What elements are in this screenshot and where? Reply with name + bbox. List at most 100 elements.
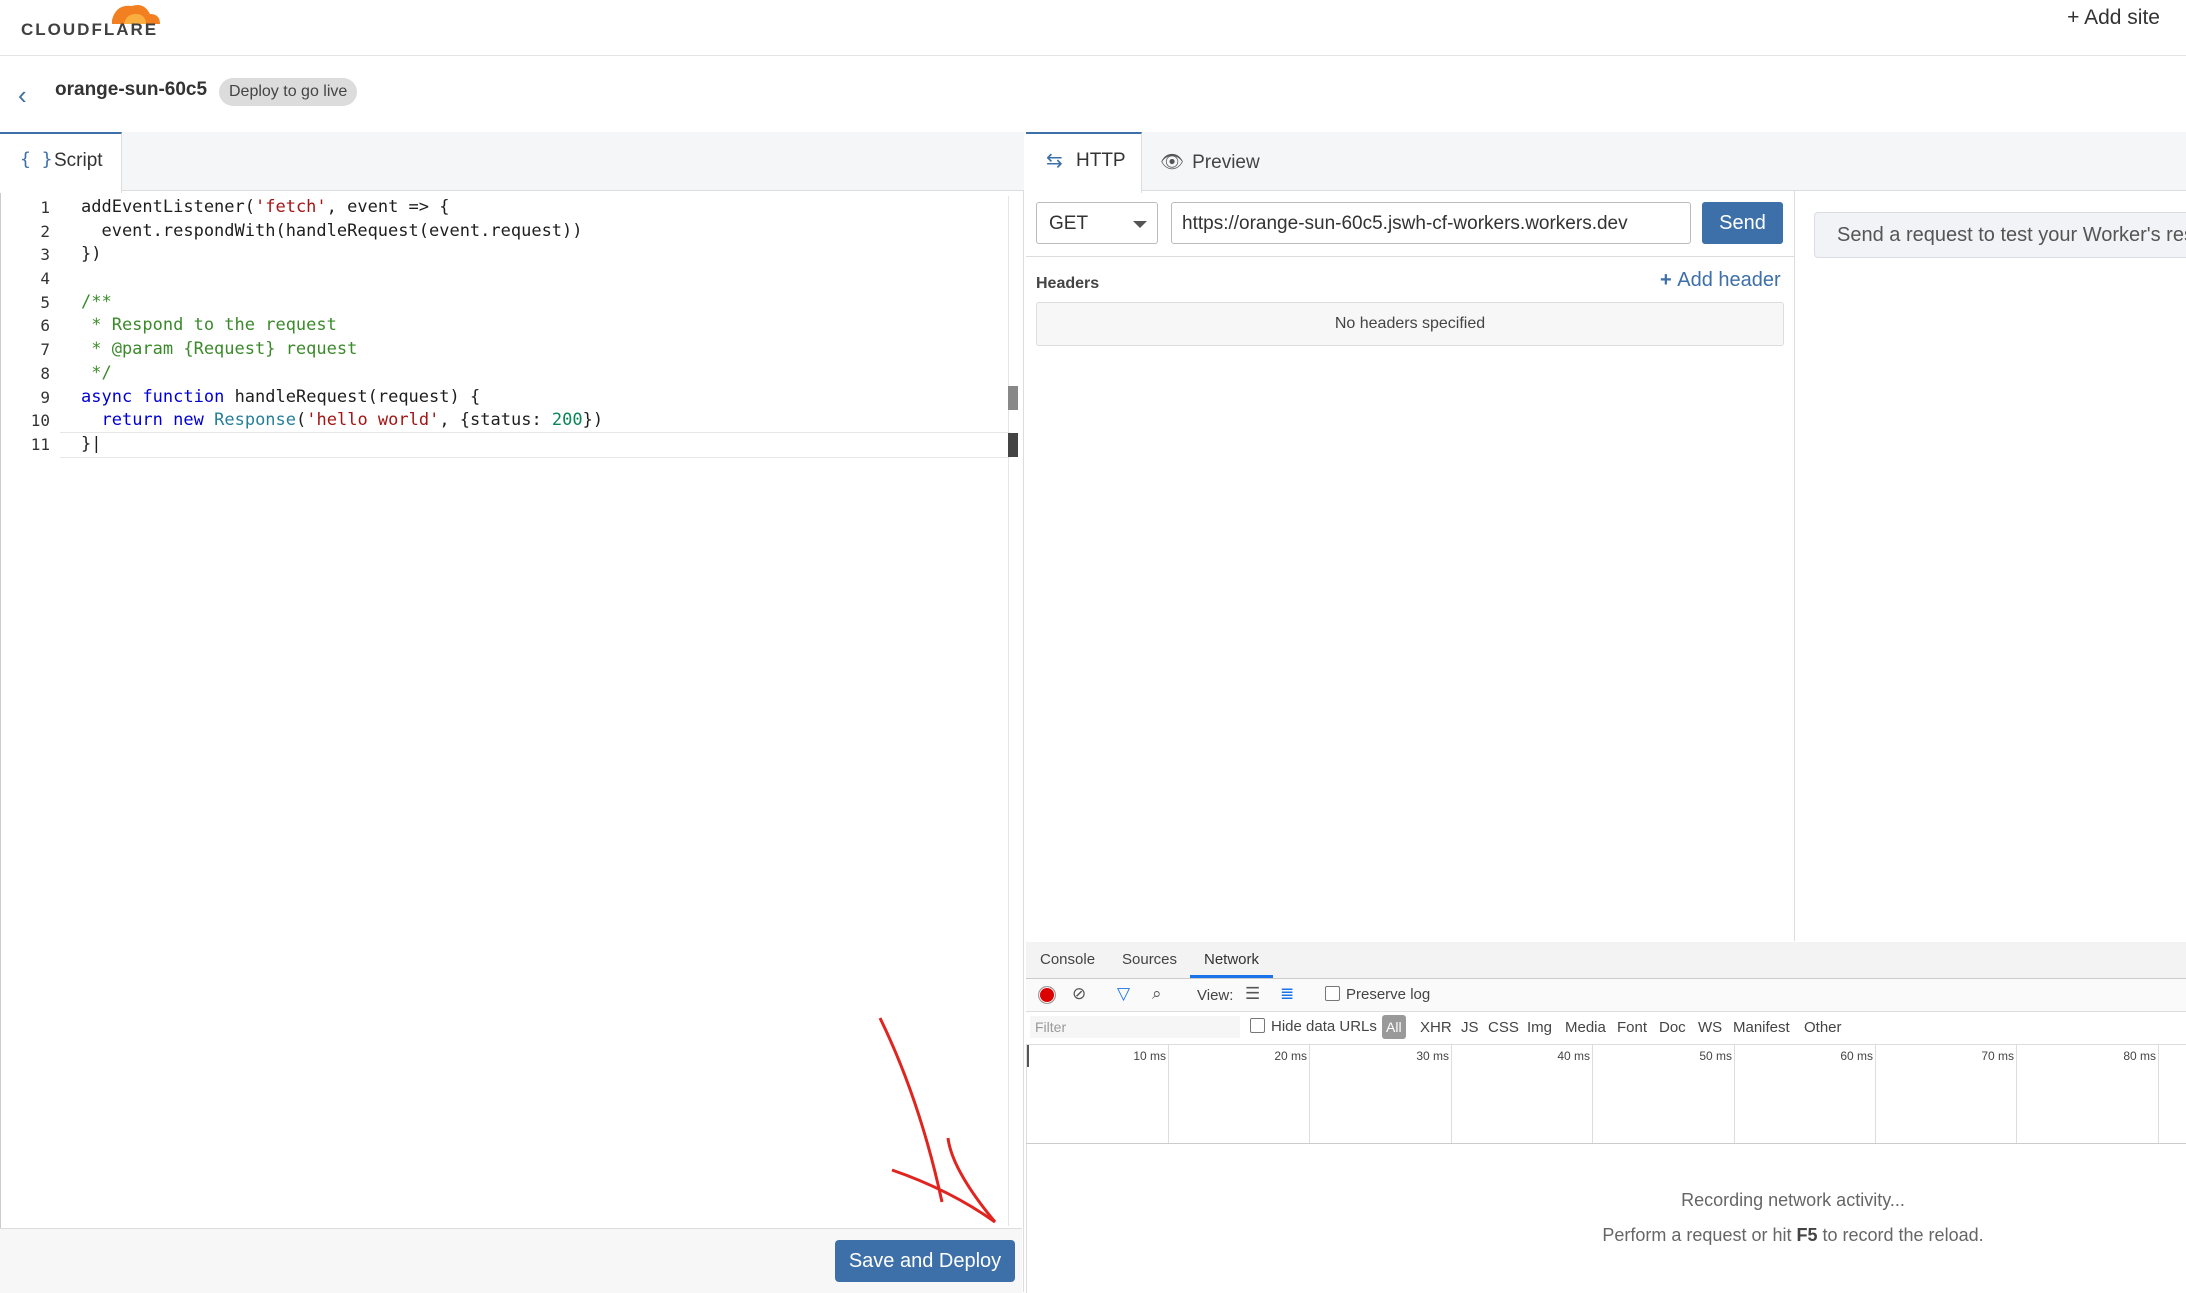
timeline-tick-label: 50 ms <box>1699 1049 1732 1063</box>
filter-type-img[interactable]: Img <box>1527 1019 1552 1036</box>
line-number: 10 <box>30 411 50 431</box>
filter-type-js[interactable]: JS <box>1461 1019 1479 1036</box>
code-line: 10 return new Response('hello world', {s… <box>0 409 1000 433</box>
line-number: 7 <box>40 340 50 360</box>
timeline-cursor <box>1027 1045 1029 1067</box>
waterfall-view-icon[interactable]: ≣ <box>1280 984 1294 1004</box>
line-number: 11 <box>30 434 50 454</box>
headers-label: Headers <box>1036 275 1100 292</box>
record-icon[interactable] <box>1038 986 1056 1004</box>
reload-hint-key: F5 <box>1796 1225 1818 1245</box>
code-line: 3}) <box>0 243 1000 267</box>
filter-type-doc[interactable]: Doc <box>1659 1019 1686 1036</box>
timeline-tick-label: 80 ms <box>2123 1049 2156 1063</box>
timeline-tick <box>1309 1045 1310 1143</box>
scrollbar-cursor-marker <box>1008 433 1018 457</box>
back-arrow-icon[interactable]: ‹ <box>18 80 27 111</box>
code-editor[interactable]: 1 addEventListener('fetch', event => { 2 … <box>0 196 1000 457</box>
code-line: 5/** <box>0 291 1000 315</box>
reload-hint-suffix: to record the reload. <box>1817 1225 1984 1245</box>
scrollbar-marker <box>1008 386 1018 410</box>
tab-http[interactable]: ⇆ HTTP <box>1026 132 1142 193</box>
timeline-tick-label: 30 ms <box>1416 1049 1449 1063</box>
response-placeholder: Send a request to test your Worker's res… <box>1814 212 2186 258</box>
line-number: 2 <box>40 221 50 241</box>
code-line: 9 async function handleRequest(request) { <box>0 386 1000 410</box>
tab-http-label: HTTP <box>1076 150 1126 171</box>
line-number: 4 <box>40 269 50 289</box>
hide-data-urls-checkbox[interactable]: Hide data URLs <box>1250 1018 1377 1035</box>
status-badge: Deploy to go live <box>219 78 358 106</box>
reload-hint: Perform a request or hit F5 to record th… <box>1026 1225 2186 1246</box>
hide-data-urls-label: Hide data URLs <box>1271 1018 1377 1035</box>
search-icon[interactable]: ⌕ <box>1152 984 1162 1004</box>
timeline-tick <box>2016 1045 2017 1143</box>
filter-type-css[interactable]: CSS <box>1488 1019 1519 1036</box>
timeline-tick-label: 40 ms <box>1557 1049 1590 1063</box>
checkbox-icon <box>1325 986 1340 1001</box>
editor-tab-strip <box>0 132 1024 191</box>
code-line: 8 */ <box>0 362 1000 386</box>
method-select[interactable]: GET <box>1036 202 1158 244</box>
filter-type-ws[interactable]: WS <box>1698 1019 1722 1036</box>
reload-hint-prefix: Perform a request or hit <box>1602 1225 1797 1245</box>
clear-icon[interactable]: ⊘ <box>1072 984 1086 1004</box>
line-number: 5 <box>40 292 50 312</box>
tab-console[interactable]: Console <box>1040 951 1095 968</box>
url-input[interactable]: https://orange-sun-60c5.jswh-cf-workers.… <box>1171 202 1691 244</box>
filter-type-media[interactable]: Media <box>1565 1019 1606 1036</box>
divider <box>1026 256 1794 257</box>
timeline-tick <box>1168 1045 1169 1143</box>
timeline-tick-label: 60 ms <box>1840 1049 1873 1063</box>
list-view-icon[interactable]: ☰ <box>1245 984 1260 1004</box>
tab-preview-label: Preview <box>1192 152 1260 173</box>
send-button[interactable]: Send <box>1702 202 1783 244</box>
eye-icon: 👁 <box>1160 152 1185 173</box>
filter-type-font[interactable]: Font <box>1617 1019 1647 1036</box>
code-line: 6 * Respond to the request <box>0 314 1000 338</box>
checkbox-icon <box>1250 1018 1265 1033</box>
line-number: 9 <box>40 387 50 407</box>
filter-icon[interactable]: ▽ <box>1117 984 1130 1004</box>
timeline-tick-label: 20 ms <box>1274 1049 1307 1063</box>
timeline-tick <box>1451 1045 1452 1143</box>
add-header-label: Add header <box>1677 269 1781 291</box>
code-line: 4 <box>0 267 1000 291</box>
braces-icon: { } <box>20 149 53 170</box>
preserve-log-checkbox[interactable]: Preserve log <box>1325 986 1430 1003</box>
filter-input[interactable]: Filter <box>1030 1016 1240 1038</box>
line-number: 8 <box>40 363 50 383</box>
code-line: 1 addEventListener('fetch', event => { <box>0 196 1000 220</box>
timeline-tick <box>1875 1045 1876 1143</box>
timeline-tick <box>2158 1045 2159 1143</box>
tab-sources[interactable]: Sources <box>1122 951 1177 968</box>
add-site-link[interactable]: + Add site <box>2067 6 2160 30</box>
plus-icon: + <box>1660 269 1678 291</box>
filter-type-manifest[interactable]: Manifest <box>1733 1019 1790 1036</box>
swap-arrows-icon: ⇆ <box>1046 150 1063 172</box>
no-headers-message: No headers specified <box>1036 302 1784 346</box>
filter-type-all[interactable]: All <box>1382 1015 1406 1039</box>
tab-preview[interactable]: 👁 Preview <box>1160 150 1260 174</box>
tab-script[interactable]: { } Script <box>0 132 122 193</box>
recording-message: Recording network activity... <box>1681 1190 1905 1210</box>
preserve-log-label: Preserve log <box>1346 986 1431 1003</box>
view-label: View: <box>1197 987 1234 1004</box>
top-bar <box>0 0 2186 56</box>
line-number: 1 <box>40 198 50 217</box>
method-value: GET <box>1049 213 1089 234</box>
filter-type-other[interactable]: Other <box>1804 1019 1842 1036</box>
chevron-down-icon <box>1133 221 1147 228</box>
tab-network[interactable]: Network <box>1190 951 1274 978</box>
add-header-button[interactable]: + Add header <box>1660 269 1781 292</box>
line-number: 3 <box>40 245 50 265</box>
filter-type-xhr[interactable]: XHR <box>1420 1019 1452 1036</box>
logo-text: CLOUDFLARE <box>21 20 159 39</box>
timeline-tick-label: 70 ms <box>1981 1049 2014 1063</box>
code-line: 2 event.respondWith(handleRequest(event.… <box>0 220 1000 244</box>
timeline-tick <box>1592 1045 1593 1143</box>
annotation-arrow-icon <box>878 1017 997 1224</box>
timeline-tick <box>1734 1045 1735 1143</box>
timeline-tick-label: 10 ms <box>1133 1049 1166 1063</box>
save-and-deploy-button[interactable]: Save and Deploy <box>835 1240 1015 1282</box>
